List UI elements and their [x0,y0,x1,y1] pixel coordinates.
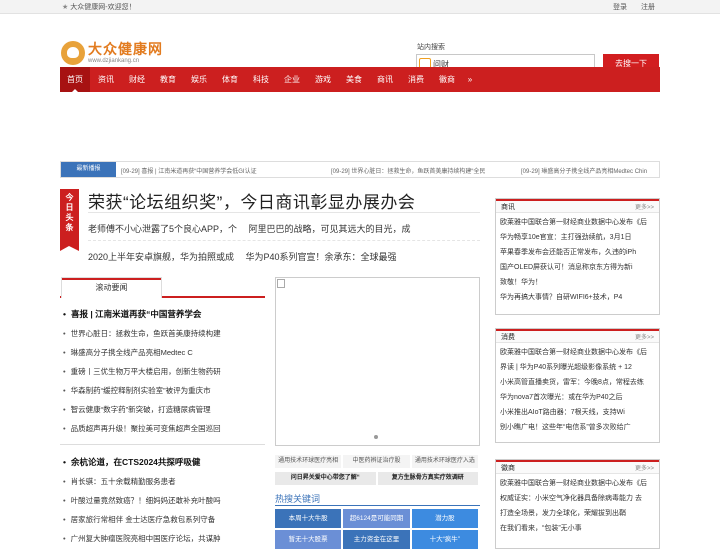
nav-item-food[interactable]: 美食 [339,67,369,92]
hot-keyword[interactable]: 超6124是可能同期 [343,509,410,528]
panel-consumer: 消费 更多>> 欧莱雅中国联合第一财经商业数据中心发布《后 界读 | 华为P40系… [495,328,660,443]
register-link[interactable]: 注册 [641,2,655,12]
list-item[interactable]: 琳盛高分子携全线产品亮相Medtec C [60,343,270,362]
hot-keywords-title: 热搜关键词 [275,494,321,504]
divider [60,444,265,445]
list-item[interactable]: 华为再搞大事情？自研WIFI6+技术，P4 [500,290,655,305]
hot-keywords-grid: 本周十大牛股 超6124是可能同期 潜力股 暂无十大股票 主力资金在这里 十大“… [275,509,480,551]
nav-item-home[interactable]: 首页 [60,67,90,92]
ticker-item[interactable]: [09-29] 喜报 | 江南米道再获“中国营养学会低GI认证 [121,166,257,175]
top-bar: ★ 大众健康网-欢迎您！ 登录 注册 [0,0,720,14]
panel-title: 消费 [501,334,515,341]
list-item[interactable]: 世界心脏日：拯救生命，鱼跃首美康持续构建 [60,324,270,343]
list-item[interactable]: 余杭论道，在CTS2024共探呼吸健 [60,453,270,472]
divider [275,505,480,506]
nav-item-games[interactable]: 游戏 [308,67,338,92]
panel-more-link[interactable]: 更多>> [635,332,654,341]
nav-more-icon[interactable]: » [463,67,477,92]
panel-business-news: 商讯 更多>> 欧莱雅中国联合第一财经商业数据中心发布《后 华为畅享10e官宣：主… [495,198,660,315]
list-item[interactable]: 喜报 | 江南米道再获“中国营养学会 [60,305,270,324]
header: 大众健康网 www.dzjiankang.cn 站内搜索 去搜一下 [0,14,720,74]
logo-domain: www.dzjiankang.cn [88,57,140,64]
nav-item-enterprise[interactable]: 企业 [277,67,307,92]
site-logo[interactable]: 大众健康网 www.dzjiankang.cn [61,41,163,65]
list-item[interactable]: 华为畅享10e官宣：主打强劲续航，3月1日 [500,230,655,245]
news-list-2: 余杭论道，在CTS2024共探呼吸健 肖长骐：五十余载精勤服务患者 叶酸过量竟然… [60,453,270,548]
related-link[interactable]: 复方生脉骨方真实疗效调研 [377,472,478,485]
ticker-item[interactable]: [09-29] 世界心脏日：拯救生命，鱼跃首美康持续构建“全民 [331,166,485,175]
panel-title: 徽商 [501,465,515,472]
list-item[interactable]: 智云健康“数字药”新突破，打造糖尿病管理 [60,400,270,419]
headline-tag-label: 今日头条 [65,193,74,232]
slider-dot[interactable] [374,435,378,439]
list-item[interactable]: 广州复大肿瘤医院亮相中国医疗论坛，共谋肿 [60,529,270,548]
rolling-news-list: 喜报 | 江南米道再获“中国营养学会 世界心脏日：拯救生命，鱼跃首美康持续构建 … [60,305,270,438]
list-item[interactable]: 华森制药“缓控释制剂实验室”被评为重庆市 [60,381,270,400]
nav-item-tech[interactable]: 科技 [246,67,276,92]
list-item[interactable]: 品质超声再升级！聚拉美可变焦超声全国巡回 [60,419,270,438]
panel-more-link[interactable]: 更多>> [635,202,654,211]
list-item[interactable]: 在我们看来，“包装”无小事 [500,521,655,536]
panel-more-link[interactable]: 更多>> [635,463,654,472]
welcome-text: ★ 大众健康网-欢迎您！ [62,2,136,12]
hot-keyword[interactable]: 潜力股 [411,509,478,528]
list-item[interactable]: 华为nova7首次曝光：或在华为P40之后 [500,390,655,405]
ticker-tag: 最新播报 [61,162,116,177]
divider [88,240,480,241]
headline-title[interactable]: 荣获“论坛组织奖”，今日商讯彰显办展办会 [88,188,415,213]
nav-item-education[interactable]: 教育 [153,67,183,92]
panel-title: 商讯 [501,204,515,211]
list-item[interactable]: 国产OLED屏获认可！消息称京东方得为新i [500,260,655,275]
logo-heart-icon [61,41,85,65]
headline-sub-links[interactable]: 2020上半年安卓旗舰，华为拍照或成 华为P40系列官宣！余承东：全球最强 [88,250,397,263]
headline-sub-links[interactable]: 老师傅不小心泄露了5个良心APP，个 阿里巴巴的战略，可见其远大的目光，成 [88,222,411,235]
broken-image-icon [277,279,285,288]
star-icon: ★ [62,4,69,11]
nav-item-finance[interactable]: 财经 [122,67,152,92]
logo-name: 大众健康网 [88,40,163,57]
ticker-item[interactable]: [09-29] 琳盛高分子携全线产品亮相Medtec Chin [521,166,647,175]
related-links: 通用技术环球医疗亮相 中医药辨证治疗股 通用技术环球医疗入选 问日昇关爱中心带您… [275,455,480,485]
headline-tag: 今日头条 [60,189,79,251]
news-ticker: 最新播报 [09-29] 喜报 | 江南米道再获“中国营养学会低GI认证 [09… [60,161,660,178]
list-item[interactable]: 别小瞧广电！这些年“电信系”曾多次败给广 [500,420,655,435]
list-item[interactable]: 打造全场景，发力全球化，荣耀拔到出鞘 [500,506,655,521]
image-slider[interactable] [275,277,480,446]
nav-item-huishang[interactable]: 徽商 [432,67,462,92]
related-link[interactable]: 问日昇关爱中心带您了解“ [275,472,376,485]
list-item[interactable]: 苹果春季发布会还能否正常发布，久违的iPh [500,245,655,260]
nav-item-consumer[interactable]: 消费 [401,67,431,92]
list-item[interactable]: 欧莱雅中国联合第一财经商业数据中心发布《后 [500,476,655,491]
list-item[interactable]: 居家旅行常相伴 金士达医疗急救包系列守备 [60,510,270,529]
panel-huishang: 徽商 更多>> 欧莱雅中国联合第一财经商业数据中心发布《后 权威证实：小米空气净化… [495,459,660,549]
rolling-news-tabs: 滚动要闻 [60,277,265,298]
related-link[interactable]: 通用技术环球医疗亮相 [275,455,342,468]
tab-rolling-news[interactable]: 滚动要闻 [61,277,162,298]
list-item[interactable]: 小米高管直播卖货，雷军：今晚8点，常程去练 [500,375,655,390]
main-nav: 首页 资讯 财经 教育 娱乐 体育 科技 企业 游戏 美食 商讯 消费 徽商 » [60,67,660,92]
list-item[interactable]: 叶酸过量竟然致癌？！细妈妈还敢补充叶酸吗 [60,491,270,510]
hot-keyword[interactable]: 本周十大牛股 [275,509,342,528]
search-label: 站内搜索 [417,44,445,51]
list-item[interactable]: 权威证实：小米空气净化器具备除病毒能力 去 [500,491,655,506]
divider [88,212,480,213]
welcome-label: 大众健康网-欢迎您！ [70,4,136,11]
related-link[interactable]: 通用技术环球医疗入选 [411,455,478,468]
nav-item-news[interactable]: 资讯 [91,67,121,92]
login-link[interactable]: 登录 [613,2,627,12]
nav-item-entertainment[interactable]: 娱乐 [184,67,214,92]
list-item[interactable]: 重磅丨三优生物万平大楼启用，创新生物药研 [60,362,270,381]
list-item[interactable]: 肖长骐：五十余载精勤服务患者 [60,472,270,491]
list-item[interactable]: 界读 | 华为P40系列曝光超级影像系统 + 12 [500,360,655,375]
list-item[interactable]: 欧莱雅中国联合第一财经商业数据中心发布《后 [500,345,655,360]
list-item[interactable]: 致敬！华为！ [500,275,655,290]
nav-item-business[interactable]: 商讯 [370,67,400,92]
list-item[interactable]: 小米推出AIoT路由器：7根天线，支持Wi [500,405,655,420]
nav-item-sports[interactable]: 体育 [215,67,245,92]
list-item[interactable]: 欧莱雅中国联合第一财经商业数据中心发布《后 [500,215,655,230]
related-link[interactable]: 中医药辨证治疗股 [343,455,410,468]
